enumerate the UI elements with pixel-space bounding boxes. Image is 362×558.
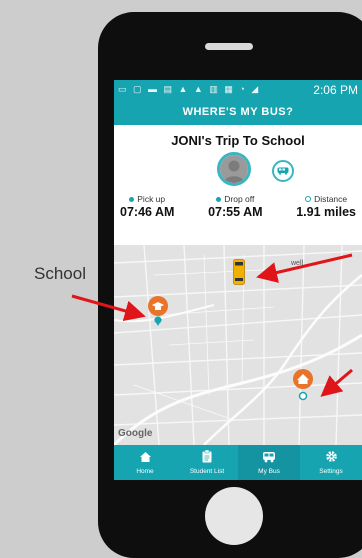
arrow-to-school-icon bbox=[71, 294, 146, 322]
arrow-to-bus-icon bbox=[256, 253, 353, 283]
arrow-to-home-icon bbox=[320, 368, 353, 397]
annotation-arrows bbox=[71, 253, 353, 397]
